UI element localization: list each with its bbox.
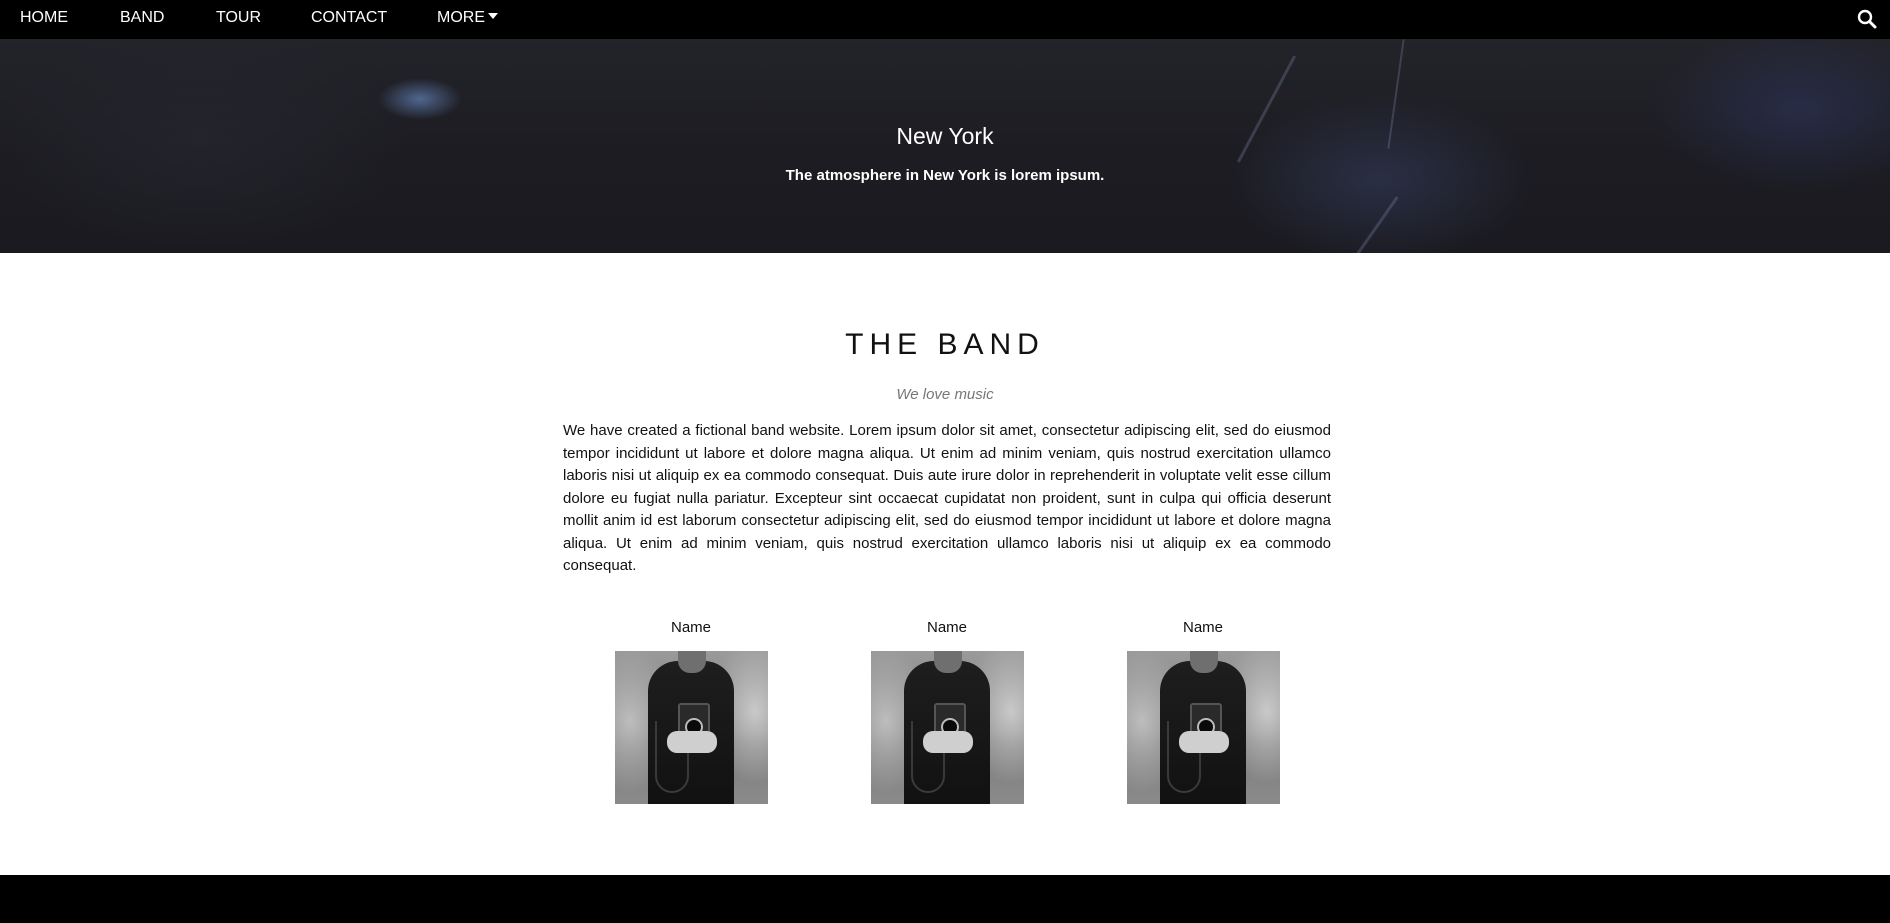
band-member-card: Name	[1123, 618, 1283, 804]
nav-more-label: MORE	[437, 9, 485, 26]
hero-light-streak	[1344, 196, 1399, 253]
hero-title: New York	[896, 123, 994, 149]
search-icon[interactable]	[1856, 8, 1878, 30]
nav-band-link[interactable]: BAND	[120, 0, 164, 39]
member-photo[interactable]	[614, 651, 768, 804]
member-name: Name	[926, 619, 967, 636]
nav-more-dropdown[interactable]: MORE	[437, 0, 498, 39]
section-tagline: We love music	[896, 386, 994, 403]
band-description: We have created a fictional band website…	[563, 422, 1331, 574]
band-member-card: Name	[867, 618, 1027, 804]
top-navbar: HOME BAND TOUR CONTACT MORE	[0, 0, 1890, 39]
nav-home-link[interactable]: HOME	[20, 0, 68, 39]
section-title: THE BAND	[845, 328, 1045, 361]
member-photo[interactable]	[1126, 651, 1280, 804]
member-name: Name	[670, 619, 711, 636]
member-name: Name	[1182, 619, 1223, 636]
member-photo[interactable]	[870, 651, 1024, 804]
nav-contact-link[interactable]: CONTACT	[311, 0, 387, 39]
footer	[0, 875, 1890, 923]
nav-tour-link[interactable]: TOUR	[216, 0, 261, 39]
hero-subtitle: The atmosphere in New York is lorem ipsu…	[785, 167, 1105, 184]
hero-banner: New York The atmosphere in New York is l…	[0, 39, 1890, 253]
caret-down-icon	[488, 12, 498, 19]
band-member-card: Name	[611, 618, 771, 804]
